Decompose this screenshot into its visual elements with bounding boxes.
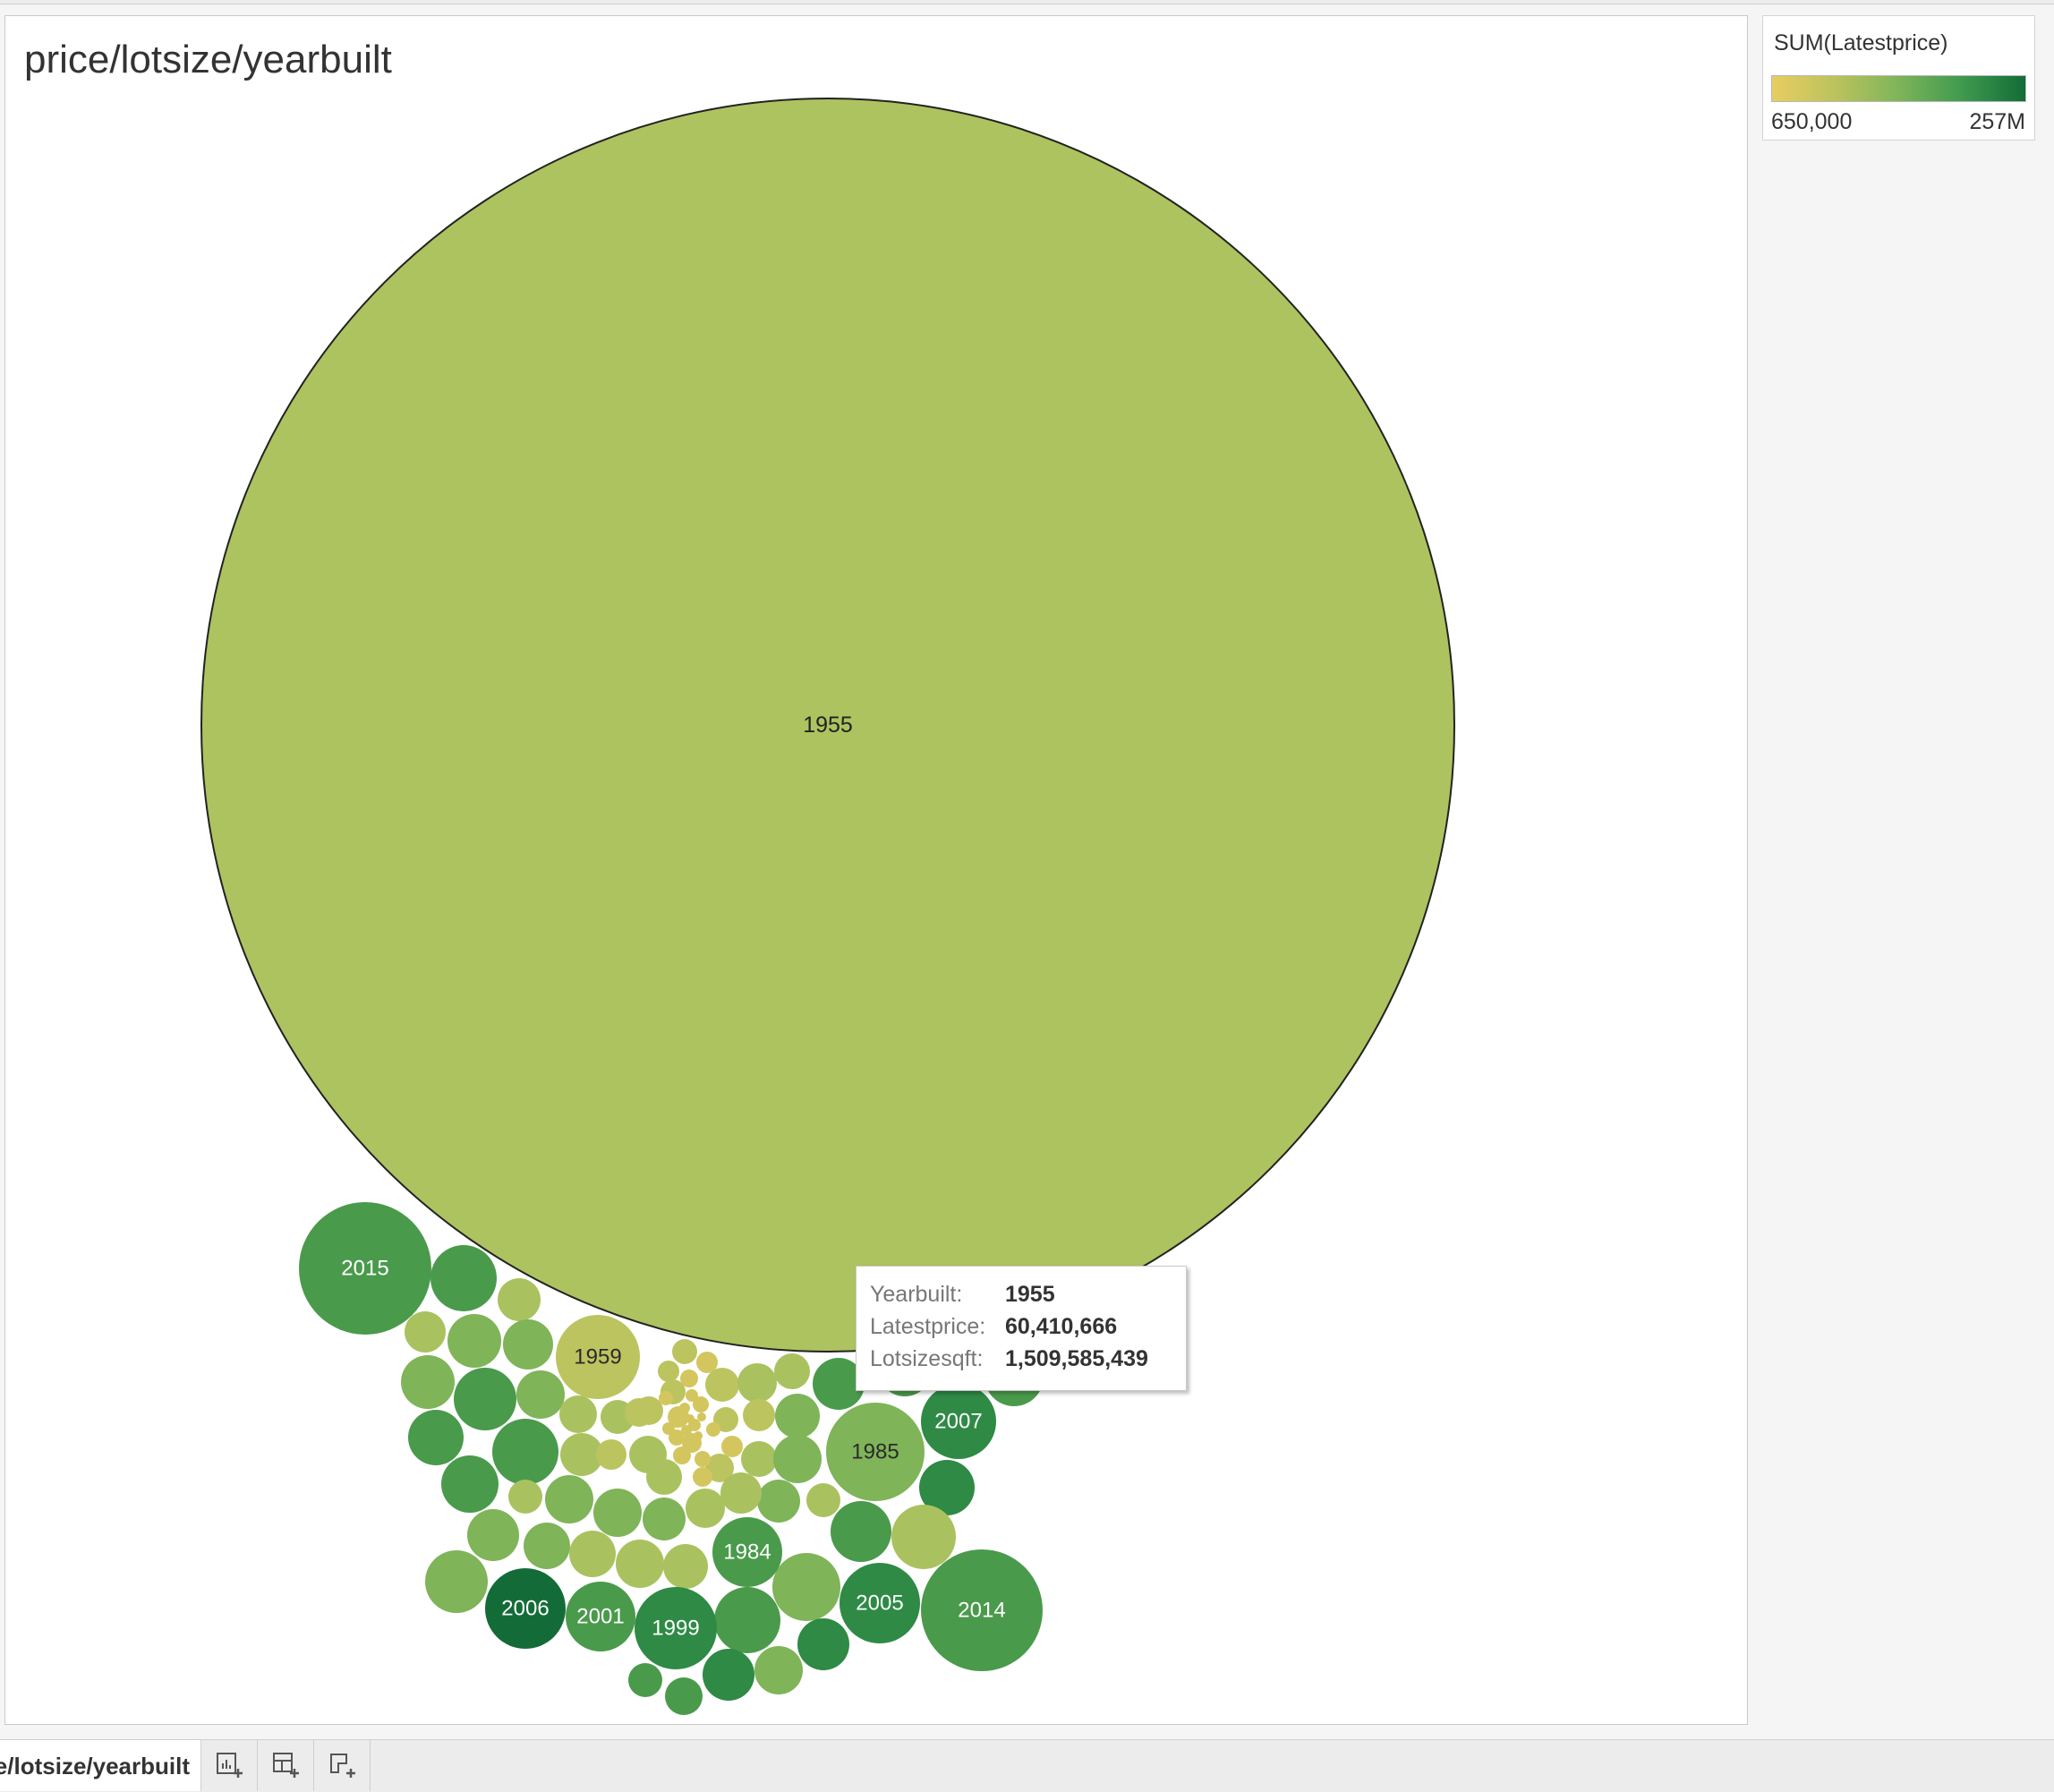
year-bubble[interactable] [616, 1540, 664, 1588]
year-bubble[interactable] [686, 1489, 725, 1528]
year-bubble[interactable] [686, 1414, 695, 1423]
year-bubble[interactable] [498, 1278, 541, 1321]
year-bubble[interactable] [662, 1422, 675, 1435]
legend-title: SUM(Latestprice) [1774, 30, 1948, 55]
year-bubble[interactable] [891, 1505, 956, 1569]
new-worksheet-button[interactable] [201, 1740, 258, 1791]
year-bubble[interactable] [659, 1391, 673, 1405]
year-bubble[interactable] [743, 1399, 775, 1431]
year-bubble[interactable] [628, 1663, 662, 1697]
year-bubble[interactable] [695, 1451, 711, 1467]
sheet-tab-bar: price/lotsize/yearbuilt [0, 1739, 2054, 1792]
year-bubble[interactable] [643, 1498, 686, 1540]
bubble-label-1999: 1999 [652, 1617, 699, 1641]
year-bubble[interactable] [663, 1544, 708, 1589]
bubble-label-2006: 2006 [501, 1597, 549, 1621]
new-story-icon [330, 1754, 355, 1778]
tooltip-label: Latestprice: [870, 1314, 986, 1339]
year-bubble[interactable] [545, 1475, 593, 1523]
year-bubble[interactable] [593, 1489, 642, 1537]
tooltip-value: 1,509,585,439 [1005, 1346, 1148, 1371]
year-bubble[interactable] [665, 1677, 703, 1715]
year-bubble[interactable] [703, 1649, 754, 1701]
bubble-label-1959: 1959 [574, 1345, 621, 1370]
bubble-label-2014: 2014 [958, 1599, 1005, 1623]
new-story-button[interactable] [314, 1740, 371, 1791]
year-bubble[interactable] [720, 1472, 762, 1514]
color-legend: SUM(Latestprice) 650,000 257M [1762, 15, 2035, 141]
bubble-label-2007: 2007 [934, 1410, 982, 1434]
year-bubble[interactable] [737, 1363, 777, 1403]
year-bubble[interactable] [516, 1370, 565, 1419]
tooltip-row-yearbuilt: Yearbuilt: 1955 [870, 1282, 1055, 1308]
year-bubble[interactable] [772, 1553, 840, 1621]
year-bubble[interactable] [693, 1467, 712, 1487]
year-bubble[interactable] [741, 1441, 777, 1477]
tooltip-label: Lotsizesqft: [870, 1346, 984, 1371]
year-bubble[interactable] [508, 1480, 542, 1514]
year-bubble[interactable] [467, 1509, 519, 1561]
year-bubble[interactable] [775, 1394, 820, 1438]
year-bubble[interactable] [694, 1431, 703, 1440]
bubble-chart: 1955 2015 1959 2007 1985 1984 2006 2001 1999 2005… [200, 98, 1455, 1715]
bubble-label-1955: 1955 [803, 713, 853, 738]
year-bubble[interactable] [706, 1422, 720, 1437]
tooltip-row-latestprice: Latestprice: 60,410,666 [870, 1314, 1117, 1340]
year-bubble[interactable] [673, 1446, 691, 1464]
year-bubble[interactable] [721, 1436, 743, 1457]
year-bubble[interactable] [596, 1439, 626, 1470]
year-bubble[interactable] [714, 1587, 780, 1653]
year-bubble[interactable] [773, 1435, 822, 1483]
year-bubble[interactable] [503, 1319, 553, 1370]
year-bubble[interactable] [757, 1480, 800, 1523]
year-bubble[interactable] [401, 1355, 455, 1409]
year-bubble[interactable] [697, 1412, 706, 1421]
year-bubble[interactable] [625, 1398, 653, 1427]
legend-color-ramp [1771, 75, 2026, 102]
year-bubble[interactable] [408, 1410, 464, 1465]
legend-max-label: 257M [1969, 109, 2025, 134]
new-dashboard-button[interactable] [258, 1740, 314, 1791]
year-bubble[interactable] [441, 1455, 499, 1513]
year-bubble[interactable] [492, 1419, 558, 1485]
tooltip-value: 1955 [1005, 1282, 1055, 1307]
year-bubble[interactable] [831, 1501, 891, 1562]
year-bubble[interactable] [679, 1403, 690, 1413]
year-bubble[interactable] [405, 1311, 446, 1353]
sheet-tab[interactable]: price/lotsize/yearbuilt [0, 1740, 201, 1791]
tooltip-row-lotsizesqft: Lotsizesqft: 1,509,585,439 [870, 1346, 1148, 1372]
year-bubble[interactable] [430, 1245, 497, 1311]
year-bubble[interactable] [447, 1314, 501, 1368]
bubble-label-2005: 2005 [856, 1591, 903, 1616]
tooltip-value: 60,410,666 [1005, 1314, 1118, 1339]
bubble-label-1984: 1984 [723, 1540, 771, 1565]
year-bubble[interactable] [680, 1370, 698, 1387]
sheet-tab-label: price/lotsize/yearbuilt [0, 1753, 190, 1779]
bubble-label-2015: 2015 [341, 1257, 388, 1281]
year-bubble[interactable] [681, 1425, 692, 1436]
year-bubble[interactable] [569, 1531, 616, 1577]
year-bubble[interactable] [754, 1646, 803, 1694]
year-bubble[interactable] [705, 1368, 739, 1402]
year-bubble[interactable] [774, 1353, 810, 1389]
new-worksheet-icon [217, 1753, 243, 1778]
year-bubble[interactable] [646, 1459, 682, 1495]
legend-min-label: 650,000 [1771, 109, 1853, 134]
year-bubble[interactable] [686, 1389, 698, 1402]
year-bubble[interactable] [454, 1368, 516, 1430]
year-bubble[interactable] [425, 1550, 488, 1613]
year-bubble[interactable] [806, 1483, 840, 1517]
tooltip-label: Yearbuilt: [870, 1282, 963, 1307]
year-bubble[interactable] [524, 1523, 570, 1569]
year-bubble[interactable] [658, 1361, 679, 1382]
year-bubble[interactable] [797, 1618, 849, 1670]
year-bubble[interactable] [672, 1339, 697, 1364]
year-bubble[interactable] [559, 1395, 597, 1433]
bubble-label-1985: 1985 [851, 1440, 899, 1464]
mark-tooltip: Yearbuilt: 1955 Latestprice: 60,410,666 … [856, 1266, 1187, 1391]
new-dashboard-icon [273, 1753, 299, 1778]
bubble-label-2001: 2001 [576, 1605, 624, 1629]
